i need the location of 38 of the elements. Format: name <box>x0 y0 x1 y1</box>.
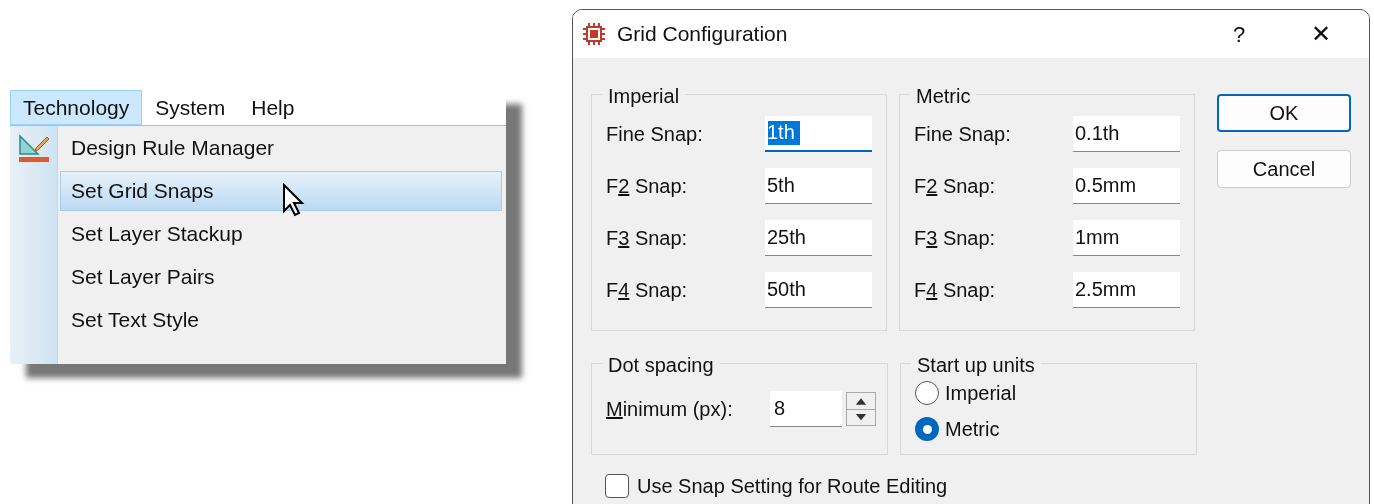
input-field[interactable]: 2.5mm <box>1073 271 1180 308</box>
close-button[interactable]: ✕ <box>1281 14 1361 54</box>
menu-item[interactable]: Design Rule Manager <box>60 127 502 168</box>
menu-bar-item[interactable]: System <box>142 90 239 125</box>
menu-item[interactable]: Set Layer Pairs <box>60 256 502 297</box>
menu-bar-item[interactable]: Technology <box>10 90 143 125</box>
input-field[interactable]: 0.5mm <box>1073 167 1180 204</box>
chip-icon <box>581 21 607 47</box>
input-field[interactable]: 25th <box>765 219 872 256</box>
radio-button[interactable] <box>915 417 939 441</box>
input-field[interactable]: 1th <box>765 115 872 152</box>
field-label: F3 Snap: <box>606 225 688 251</box>
field-label: F3 Snap: <box>914 225 996 251</box>
radio-button[interactable] <box>915 381 939 405</box>
checkbox-label: Use Snap Setting for Route Editing <box>637 474 948 499</box>
mouse-cursor-icon <box>282 183 306 217</box>
input-field[interactable]: 1mm <box>1073 219 1180 256</box>
field-label: Fine Snap: <box>606 121 703 147</box>
radio-label: Imperial <box>945 381 1017 406</box>
dialog-button[interactable]: OK <box>1217 94 1351 132</box>
input-field[interactable]: 5th <box>765 167 872 204</box>
menu-item[interactable]: Set Layer Stackup <box>60 213 502 254</box>
input-field[interactable]: 0.1th <box>1073 115 1180 152</box>
radio-label: Metric <box>945 417 1000 442</box>
menu-item[interactable]: Set Grid Snaps <box>60 170 502 211</box>
field-label: Minimum (px): <box>606 397 733 422</box>
field-label: F4 Snap: <box>606 277 688 303</box>
menu-item[interactable]: Set Text Style <box>60 299 502 340</box>
dialog-button[interactable]: Cancel <box>1217 150 1351 188</box>
field-label: F2 Snap: <box>914 173 996 199</box>
input-field[interactable]: 50th <box>765 271 872 308</box>
field-label: F2 Snap: <box>606 173 688 199</box>
menu-bar-item[interactable]: Help <box>238 90 308 125</box>
checkbox[interactable] <box>605 474 629 498</box>
window-title: Grid Configuration <box>617 21 789 48</box>
field-label: Fine Snap: <box>914 121 1011 147</box>
help-button[interactable]: ? <box>1207 14 1271 54</box>
field-label: F4 Snap: <box>914 277 996 303</box>
